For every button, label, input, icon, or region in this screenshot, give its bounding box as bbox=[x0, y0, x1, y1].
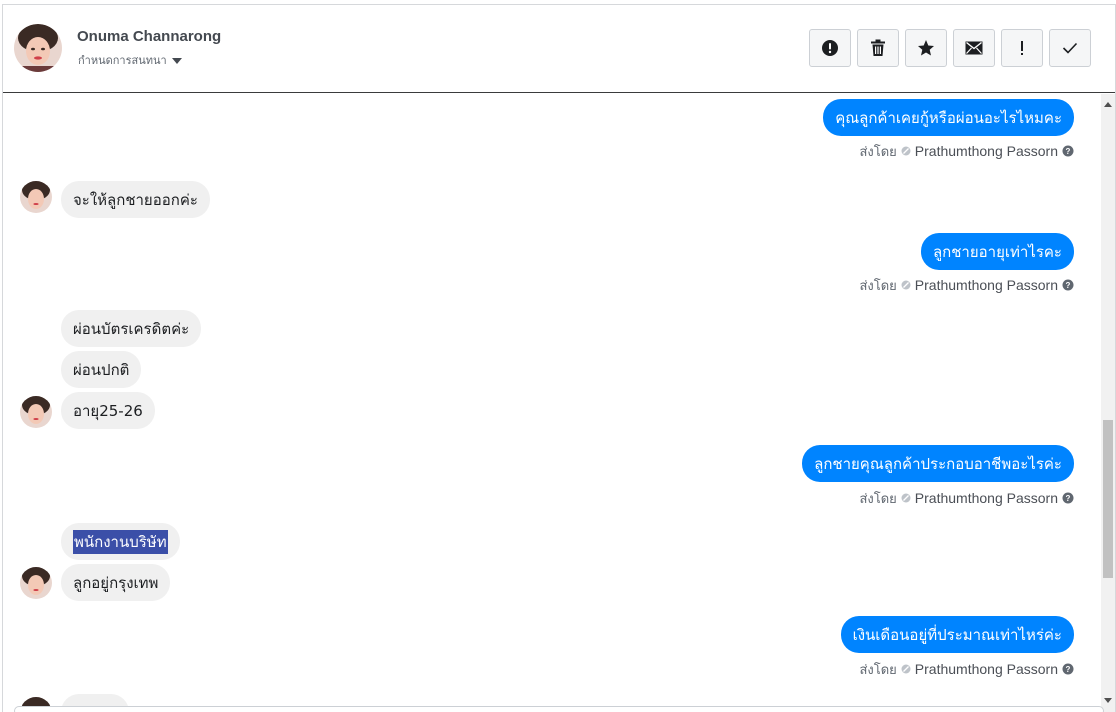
message-text: อายุ25-26 bbox=[73, 401, 143, 420]
agent-status-icon bbox=[901, 280, 911, 290]
trash-icon bbox=[871, 39, 885, 56]
sent-by-prefix: ส่งโดย bbox=[859, 662, 897, 678]
message-bubble-outgoing[interactable]: เงินเดือนอยู่ที่ประมาณเท่าไหร่ค่ะ bbox=[840, 616, 1074, 653]
sent-by-agent[interactable]: Prathumthong Passorn bbox=[915, 661, 1058, 677]
contact-avatar[interactable] bbox=[20, 396, 52, 428]
message-text: ผ่อนปกติ bbox=[73, 360, 130, 379]
message-bubble-incoming[interactable]: ลูกอยู่กรุงเทพ bbox=[61, 564, 171, 601]
assign-conversation-dropdown[interactable]: กำหนดการสนทนา bbox=[78, 51, 182, 69]
caret-down-icon bbox=[171, 57, 182, 64]
agent-status-icon bbox=[901, 664, 911, 674]
agent-status-icon bbox=[901, 146, 911, 156]
message-thread[interactable]: คุณลูกค้าเคยกู้หรือผ่อนอะไรไหมคะ ส่งโดย … bbox=[3, 94, 1101, 712]
message-text: ผ่อนบัตรเครดิตค่ะ bbox=[73, 319, 190, 338]
svg-text:?: ? bbox=[1066, 494, 1071, 503]
message-bubble-incoming[interactable]: ผ่อนปกติ bbox=[61, 351, 142, 388]
scroll-thumb[interactable] bbox=[1103, 420, 1113, 578]
agent-status-icon bbox=[901, 493, 911, 503]
message-bubble-incoming[interactable]: จะให้ลูกชายออกค่ะ bbox=[61, 181, 210, 218]
conversation-header: Onuma Channarong กำหนดการสนทนา bbox=[3, 5, 1115, 93]
assign-conversation-label: กำหนดการสนทนา bbox=[78, 54, 167, 67]
message-bubble-outgoing[interactable]: ลูกชายคุณลูกค้าประกอบอาชีพอะไรค่ะ bbox=[802, 445, 1074, 482]
sent-by-line: ส่งโดย Prathumthong Passorn ? bbox=[859, 660, 1074, 678]
exclamation-circle-icon bbox=[822, 40, 838, 56]
conversation-actions bbox=[809, 29, 1091, 67]
sent-by-line: ส่งโดย Prathumthong Passorn ? bbox=[859, 489, 1074, 507]
svg-text:?: ? bbox=[1066, 665, 1071, 674]
help-icon[interactable]: ? bbox=[1062, 663, 1074, 675]
message-text: จะให้ลูกชายออกค่ะ bbox=[73, 190, 198, 209]
help-icon[interactable]: ? bbox=[1062, 279, 1074, 291]
sent-by-agent[interactable]: Prathumthong Passorn bbox=[915, 277, 1058, 293]
star-icon bbox=[918, 40, 934, 56]
message-text-selected: พนักงานบริษัท bbox=[73, 529, 168, 554]
svg-text:?: ? bbox=[1066, 147, 1071, 156]
mark-done-button[interactable] bbox=[1049, 29, 1091, 67]
contact-avatar[interactable] bbox=[20, 567, 52, 599]
contact-avatar[interactable] bbox=[20, 181, 52, 213]
check-icon bbox=[1062, 42, 1078, 54]
sent-by-prefix: ส่งโดย bbox=[859, 491, 897, 507]
exclamation-icon bbox=[1021, 41, 1023, 55]
contact-name[interactable]: Onuma Channarong bbox=[77, 28, 221, 45]
sent-by-prefix: ส่งโดย bbox=[859, 144, 897, 160]
message-bubble-outgoing[interactable]: ลูกชายอายุเท่าไรคะ bbox=[920, 233, 1074, 270]
envelope-icon bbox=[965, 41, 983, 55]
delete-button[interactable] bbox=[857, 29, 899, 67]
sent-by-prefix: ส่งโดย bbox=[859, 278, 897, 294]
scroll-down-icon[interactable] bbox=[1104, 698, 1112, 703]
sent-by-line: ส่งโดย Prathumthong Passorn ? bbox=[859, 142, 1074, 160]
message-bubble-incoming[interactable]: พนักงานบริษัท bbox=[61, 523, 180, 560]
sent-by-line: ส่งโดย Prathumthong Passorn ? bbox=[859, 276, 1074, 294]
star-button[interactable] bbox=[905, 29, 947, 67]
message-text: ลูกชายคุณลูกค้าประกอบอาชีพอะไรค่ะ bbox=[814, 454, 1062, 473]
message-bubble-incoming[interactable]: ผ่อนบัตรเครดิตค่ะ bbox=[61, 310, 202, 347]
message-text: คุณลูกค้าเคยกู้หรือผ่อนอะไรไหมคะ bbox=[835, 108, 1062, 127]
message-bubble-incoming[interactable]: อายุ25-26 bbox=[61, 392, 155, 429]
mark-unread-button[interactable] bbox=[953, 29, 995, 67]
conversation-panel: Onuma Channarong กำหนดการสนทนา คุณลูกค้า… bbox=[2, 4, 1116, 712]
contact-avatar[interactable] bbox=[14, 24, 62, 72]
message-bubble-outgoing[interactable]: คุณลูกค้าเคยกู้หรือผ่อนอะไรไหมคะ bbox=[823, 99, 1074, 136]
message-text: ลูกอยู่กรุงเทพ bbox=[73, 573, 159, 592]
svg-text:?: ? bbox=[1066, 281, 1071, 290]
help-icon[interactable]: ? bbox=[1062, 492, 1074, 504]
sent-by-agent[interactable]: Prathumthong Passorn bbox=[915, 490, 1058, 506]
scroll-up-icon[interactable] bbox=[1104, 102, 1112, 107]
message-composer[interactable] bbox=[14, 706, 1104, 712]
spam-button[interactable] bbox=[809, 29, 851, 67]
thread-scrollbar[interactable] bbox=[1101, 94, 1115, 712]
sent-by-agent[interactable]: Prathumthong Passorn bbox=[915, 143, 1058, 159]
message-text: ลูกชายอายุเท่าไรคะ bbox=[932, 242, 1062, 261]
message-text: เงินเดือนอยู่ที่ประมาณเท่าไหร่ค่ะ bbox=[852, 625, 1062, 644]
help-icon[interactable]: ? bbox=[1062, 145, 1074, 157]
follow-up-button[interactable] bbox=[1001, 29, 1043, 67]
